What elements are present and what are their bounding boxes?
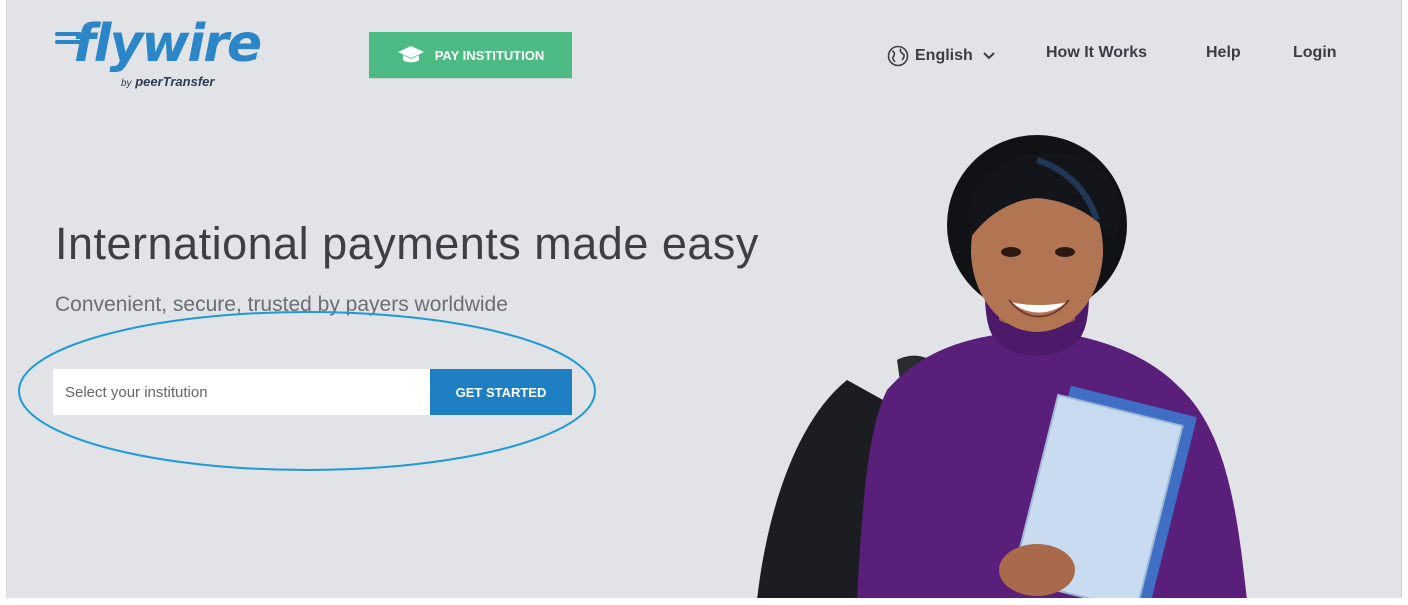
logo-wordmark: flywire <box>73 14 262 74</box>
institution-search-input[interactable] <box>53 369 430 415</box>
pay-institution-label: PAY INSTITUTION <box>434 47 545 63</box>
page-frame: flywire by peerTransfer PAY INSTITUTION … <box>6 0 1402 598</box>
hero-subtitle: Convenient, secure, trusted by payers wo… <box>55 293 508 316</box>
graduation-cap-icon <box>397 46 424 63</box>
institution-search: GET STARTED <box>53 369 572 415</box>
flywire-logo[interactable]: flywire by peerTransfer <box>55 14 262 89</box>
logo-by: by <box>121 78 132 89</box>
nav-login[interactable]: Login <box>1293 44 1337 68</box>
language-label: English <box>915 47 973 64</box>
pay-institution-button[interactable]: PAY INSTITUTION <box>369 32 572 78</box>
logo-tagline: by peerTransfer <box>121 74 214 89</box>
get-started-button[interactable]: GET STARTED <box>430 369 572 415</box>
hero-title: International payments made easy <box>55 218 759 269</box>
language-selector[interactable]: English <box>887 44 995 68</box>
globe-icon <box>887 45 909 67</box>
nav-help[interactable]: Help <box>1206 44 1241 68</box>
nav-how-it-works[interactable]: How It Works <box>1046 44 1147 68</box>
student-photo <box>757 135 1247 598</box>
chevron-down-icon <box>983 52 995 60</box>
logo-brand: peerTransfer <box>135 74 215 89</box>
